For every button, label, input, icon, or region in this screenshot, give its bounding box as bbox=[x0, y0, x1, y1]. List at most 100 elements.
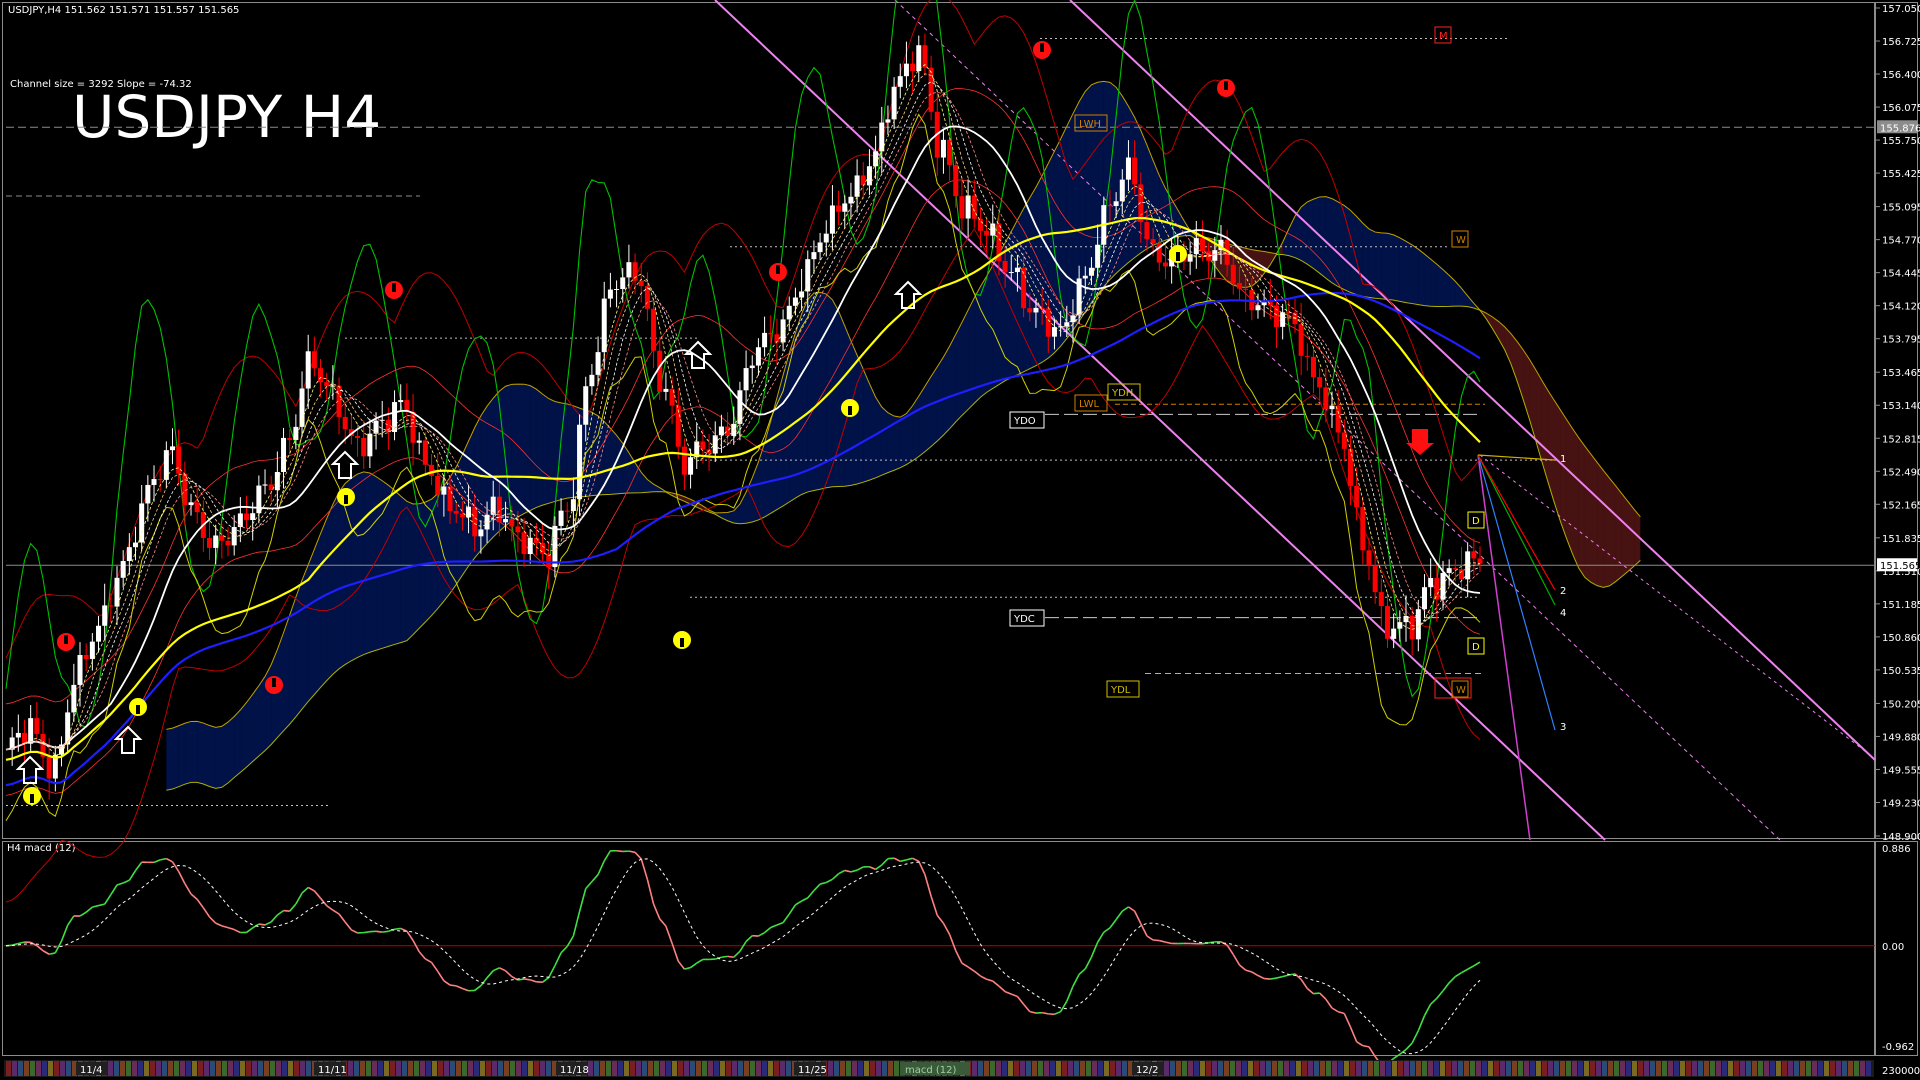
date-strip-cell bbox=[1812, 1061, 1817, 1076]
chart-window: USDJPY,H4 151.562 151.571 151.557 151.56… bbox=[0, 0, 1920, 1080]
date-strip-cell bbox=[630, 1061, 635, 1076]
date-strip-cell bbox=[138, 1061, 143, 1076]
macd-line-segment bbox=[948, 934, 957, 951]
date-strip-cell bbox=[12, 1061, 17, 1076]
macd-line-segment bbox=[1054, 1010, 1061, 1016]
date-strip-cell bbox=[1068, 1061, 1073, 1076]
candle-body bbox=[663, 388, 669, 392]
macd-line-segment bbox=[856, 866, 864, 871]
date-strip-cell bbox=[1560, 1061, 1565, 1076]
macd-line-segment bbox=[480, 977, 488, 987]
macd-line-segment bbox=[875, 864, 883, 871]
macd-line-segment bbox=[208, 916, 217, 924]
candle-body bbox=[792, 297, 798, 306]
macd-line-segment bbox=[578, 888, 587, 912]
macd-line-segment bbox=[375, 930, 383, 933]
cloud-segment bbox=[1405, 241, 1413, 304]
candle-body bbox=[188, 502, 194, 505]
macd-line-segment bbox=[973, 970, 981, 977]
date-strip: 11/4 11/11 11/18 11/25 12/2 macd (12) bbox=[4, 1060, 1874, 1077]
date-strip-cell bbox=[1548, 1061, 1553, 1076]
cloud-segment bbox=[320, 518, 327, 688]
date-strip-cell bbox=[1032, 1061, 1037, 1076]
date-strip-cell bbox=[1440, 1061, 1445, 1076]
macd-line-segment bbox=[1096, 931, 1105, 943]
date-strip-cell bbox=[174, 1061, 179, 1076]
candle-body bbox=[1428, 578, 1434, 588]
date-strip-cell bbox=[294, 1061, 299, 1076]
candle-body bbox=[478, 529, 484, 537]
cloud-segment bbox=[283, 615, 290, 731]
cloud-segment bbox=[1356, 216, 1363, 297]
date-strip-cell bbox=[288, 1061, 293, 1076]
macd-line-segment bbox=[1356, 1041, 1364, 1047]
macd-line-segment bbox=[529, 979, 537, 983]
candle-body bbox=[879, 122, 885, 152]
macd-line-segment bbox=[1270, 977, 1277, 980]
date-strip-cell bbox=[426, 1061, 431, 1076]
cloud-segment bbox=[406, 501, 414, 641]
cloud-segment bbox=[616, 435, 623, 494]
date-strip-cell bbox=[546, 1061, 551, 1076]
candle-body bbox=[1033, 307, 1039, 313]
candle-body bbox=[151, 479, 157, 485]
date-label: 11/25 bbox=[798, 1065, 827, 1076]
candle-body bbox=[1415, 609, 1421, 640]
date-strip-cell bbox=[516, 1061, 521, 1076]
date-strip-cell bbox=[1686, 1061, 1691, 1076]
macd-line-segment bbox=[825, 878, 833, 884]
date-strip-cell bbox=[1596, 1061, 1601, 1076]
price-tick-label: 154.120 bbox=[1882, 302, 1920, 313]
down-arrow-icon bbox=[1406, 429, 1434, 455]
date-strip-cell bbox=[486, 1061, 491, 1076]
date-strip-cell bbox=[1536, 1061, 1541, 1076]
cloud-segment bbox=[1381, 232, 1388, 300]
cloud-segment bbox=[271, 649, 278, 745]
price-tick-label: 153.140 bbox=[1882, 401, 1920, 412]
cloud-segment bbox=[228, 716, 235, 784]
cloud-segment bbox=[524, 384, 531, 514]
candle-body bbox=[521, 532, 527, 555]
date-strip-cell bbox=[30, 1061, 35, 1076]
candle-body bbox=[1051, 327, 1057, 337]
price-tick-label: 155.095 bbox=[1882, 203, 1920, 214]
price-tick-label: 150.205 bbox=[1882, 699, 1920, 710]
date-strip-cell bbox=[720, 1061, 725, 1076]
macd-line-segment bbox=[986, 978, 994, 982]
candle-body bbox=[429, 464, 435, 476]
macd-line-segment bbox=[492, 967, 500, 972]
date-strip-cell bbox=[882, 1061, 887, 1076]
date-strip-cell bbox=[1398, 1061, 1403, 1076]
macd-line-segment bbox=[992, 980, 1000, 987]
candle-body bbox=[805, 259, 811, 292]
candle-body bbox=[355, 435, 361, 438]
candle-body bbox=[435, 475, 441, 495]
cloud-segment bbox=[1572, 428, 1579, 569]
candle-body bbox=[83, 655, 89, 659]
macd-line-segment bbox=[486, 970, 494, 979]
macd-line-segment bbox=[900, 859, 907, 863]
macd-line-segment bbox=[153, 859, 161, 864]
date-strip-cell bbox=[594, 1061, 599, 1076]
macd-line-segment bbox=[542, 976, 550, 983]
macd-axis-volume: 230000 bbox=[1882, 1066, 1920, 1077]
candle-body bbox=[342, 416, 348, 430]
macd-line-segment bbox=[1343, 1013, 1352, 1028]
date-strip-cell bbox=[540, 1061, 545, 1076]
macd-line-segment bbox=[307, 886, 315, 892]
macd-line-segment bbox=[67, 915, 75, 926]
date-strip-cell bbox=[1776, 1061, 1781, 1076]
macd-line-segment bbox=[893, 857, 901, 863]
macd-line-segment bbox=[548, 965, 556, 978]
macd-line-segment bbox=[344, 921, 352, 931]
cloud-segment bbox=[758, 442, 765, 520]
cloud-segment bbox=[1418, 249, 1425, 306]
candle-body bbox=[688, 457, 694, 475]
level-tag-w1: W bbox=[1456, 235, 1466, 246]
date-strip-cell bbox=[1740, 1061, 1745, 1076]
price-tick-label: 156.075 bbox=[1882, 103, 1920, 114]
cloud-segment bbox=[197, 721, 204, 785]
candle-body bbox=[213, 535, 219, 548]
date-strip-cell bbox=[246, 1061, 251, 1076]
candle-body bbox=[1027, 308, 1033, 313]
